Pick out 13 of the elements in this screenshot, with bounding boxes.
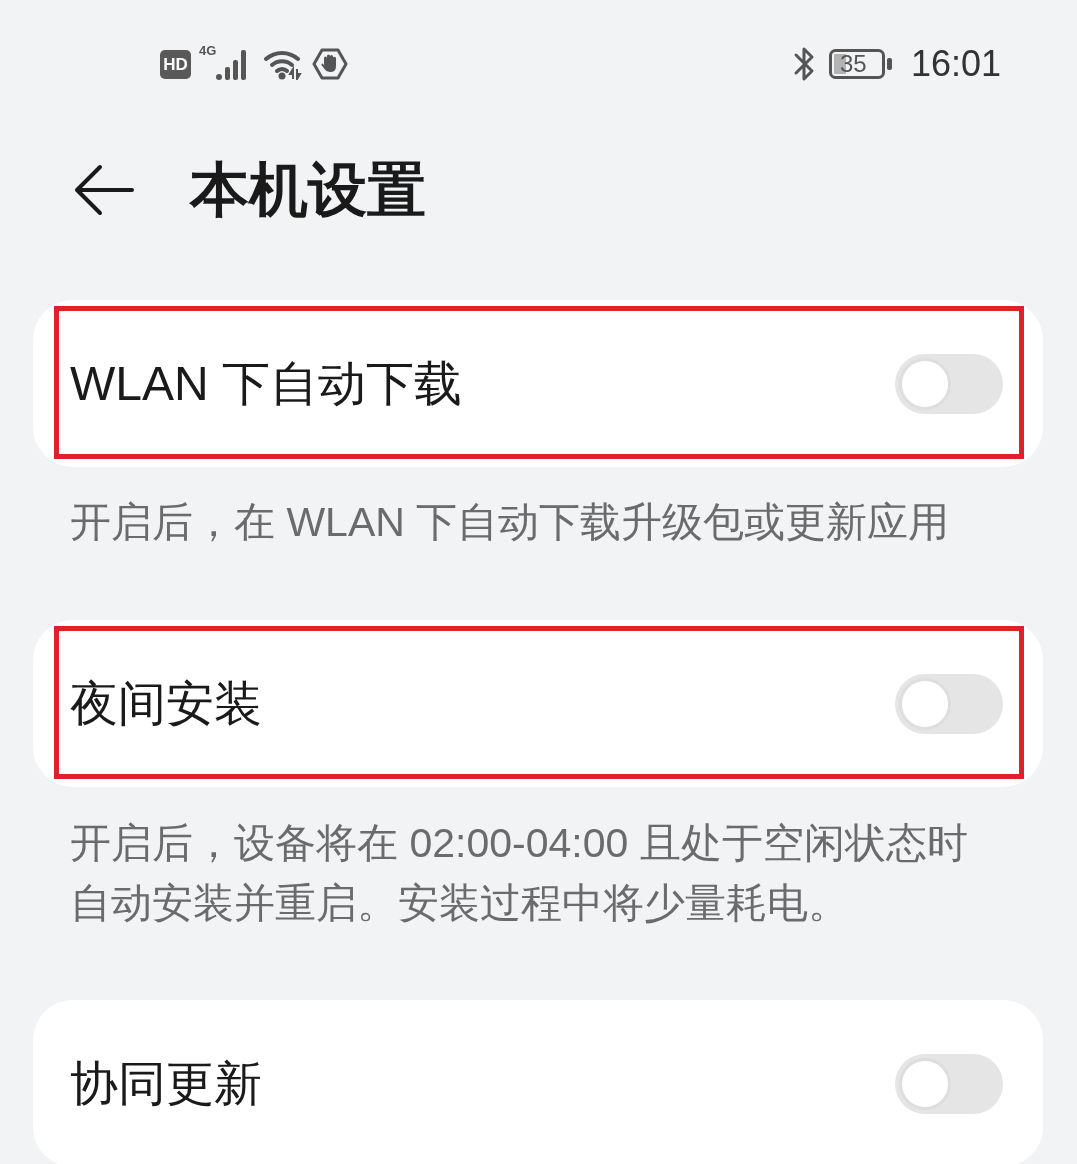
setting-label: 协同更新 bbox=[70, 1055, 262, 1112]
setting-label: 夜间安装 bbox=[70, 675, 262, 732]
battery-level-label: 35 bbox=[839, 52, 867, 76]
page-title: 本机设置 bbox=[190, 157, 426, 223]
hand-in-hexagon-icon bbox=[312, 48, 349, 80]
setting-description: 开启后，设备将在 02:00-04:00 且处于空闲状态时自动安装并重启。安装过程中将少量耗电。 bbox=[70, 819, 969, 928]
battery-icon bbox=[828, 49, 893, 79]
clock-time: 16:01 bbox=[910, 44, 1001, 84]
hd-badge: HD bbox=[160, 49, 191, 79]
setting-description: 开启后，在 WLAN 下自动下载升级包或更新应用 bbox=[70, 498, 951, 547]
setting-label: WLAN 下自动下载 bbox=[70, 355, 462, 412]
network-type-label: 4G bbox=[199, 44, 217, 58]
back-arrow-icon[interactable] bbox=[74, 164, 134, 216]
